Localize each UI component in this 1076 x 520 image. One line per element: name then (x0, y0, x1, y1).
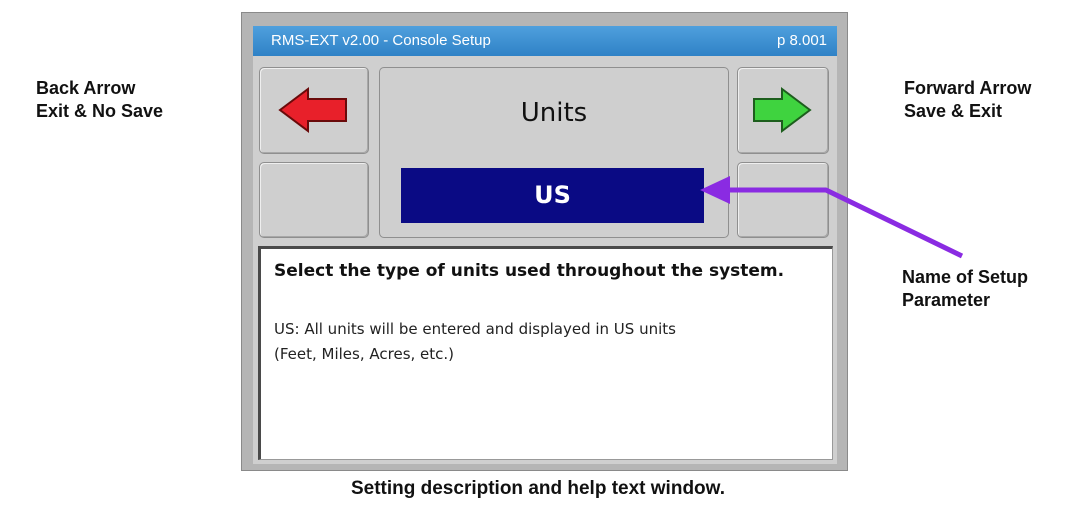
parameter-name: Units (520, 98, 588, 128)
help-window-caption: Setting description and help text window… (350, 478, 726, 499)
back-button[interactable] (259, 67, 369, 154)
forward-arrow-callout-line1: Forward Arrow (904, 78, 1032, 98)
console-frame: RMS-EXT v2.00 - Console Setup p 8.001 Un… (241, 12, 848, 471)
setup-parameter-callout-line2: Parameter (902, 290, 991, 310)
console-screen: RMS-EXT v2.00 - Console Setup p 8.001 Un… (253, 26, 837, 464)
left-arrow-icon (278, 87, 347, 133)
back-arrow-callout-line1: Back Arrow (36, 78, 136, 98)
blank-softkey-left[interactable] (259, 162, 369, 238)
forward-button[interactable] (737, 67, 829, 154)
back-arrow-callout: Back Arrow Exit & No Save (36, 77, 163, 123)
setup-parameter-callout-line1: Name of Setup (902, 267, 1029, 287)
back-arrow-callout-line2: Exit & No Save (36, 101, 164, 121)
right-arrow-icon (753, 87, 812, 133)
help-heading: Select the type of units used throughout… (274, 261, 785, 281)
help-body-line: US: All units will be entered and displa… (274, 320, 676, 338)
forward-arrow-callout-line2: Save & Exit (904, 101, 1003, 121)
parameter-panel: Units US (379, 67, 729, 238)
help-text-window: Select the type of units used throughout… (258, 246, 833, 460)
title-bar: RMS-EXT v2.00 - Console Setup p 8.001 (253, 26, 837, 56)
window-title: RMS-EXT v2.00 - Console Setup (271, 32, 491, 49)
parameter-value-button[interactable]: US (401, 168, 704, 223)
help-body: US: All units will be entered and displa… (274, 317, 814, 367)
setup-parameter-callout: Name of Setup Parameter (902, 266, 1028, 312)
page-number: p 8.001 (776, 32, 827, 49)
help-body-line: (Feet, Miles, Acres, etc.) (274, 345, 455, 363)
blank-softkey-right[interactable] (737, 162, 829, 238)
forward-arrow-callout: Forward Arrow Save & Exit (904, 77, 1031, 123)
